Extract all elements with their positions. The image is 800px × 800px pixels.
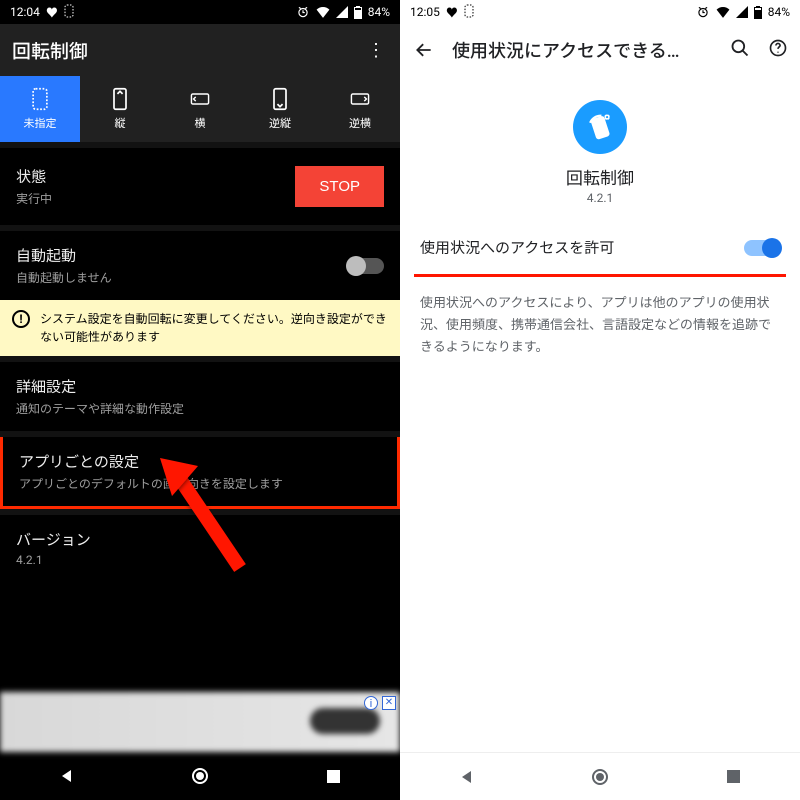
autostart-subtitle: 自動起動しません [16, 269, 348, 286]
app-header: 回転制御 4.2.1 [400, 76, 800, 221]
usage-access-switch[interactable] [744, 240, 780, 256]
state-row: 状態 実行中 STOP [0, 148, 400, 225]
tab-label: 逆縦 [269, 115, 291, 131]
tab-label: 逆横 [349, 115, 371, 131]
overflow-menu-icon[interactable]: ⋮ [364, 40, 388, 61]
nav-recents-icon[interactable] [723, 767, 743, 787]
detail-settings-row[interactable]: 詳細設定 通知のテーマや詳細な動作設定 [0, 362, 400, 431]
page-title: 使用状況にアクセスできる… [452, 37, 724, 63]
app-version: 4.2.1 [587, 191, 614, 205]
ad-info-icon[interactable]: i [364, 696, 378, 710]
heart-icon: ♥ [446, 4, 458, 21]
battery-text: 84% [368, 5, 390, 19]
usage-access-description: 使用状況へのアクセスにより、アプリは他のアプリの使用状況、使用頻度、携帯通信会社… [400, 277, 800, 375]
autostart-switch[interactable] [348, 258, 384, 274]
version-row[interactable]: バージョン 4.2.1 [0, 515, 400, 581]
stop-button[interactable]: STOP [295, 166, 384, 207]
detail-subtitle: 通知のテーマや詳細な動作設定 [16, 400, 384, 417]
ad-banner[interactable] [0, 692, 400, 752]
tab-label: 未指定 [24, 115, 57, 131]
battery-icon [754, 6, 762, 19]
tab-reverse-landscape[interactable]: 逆横 [320, 76, 400, 142]
perapp-title: アプリごとの設定 [19, 451, 381, 472]
usage-access-label: 使用状況へのアクセスを許可 [420, 237, 744, 258]
notif-icon [64, 4, 74, 21]
tab-unspecified[interactable]: 未指定 [0, 76, 80, 142]
tab-reverse-portrait[interactable]: 逆縦 [240, 76, 320, 142]
detail-title: 詳細設定 [16, 376, 384, 397]
app-bar: 使用状況にアクセスできる… [400, 24, 800, 76]
alarm-icon [296, 5, 310, 19]
usage-access-row[interactable]: 使用状況へのアクセスを許可 [400, 221, 800, 274]
wifi-icon [716, 6, 730, 18]
nav-back-icon[interactable] [457, 767, 477, 787]
battery-icon [354, 6, 362, 19]
tab-portrait[interactable]: 縦 [80, 76, 160, 142]
battery-text: 84% [768, 5, 790, 19]
state-subtitle: 実行中 [16, 190, 295, 207]
app-title: 回転制御 [12, 37, 364, 64]
alarm-icon [696, 5, 710, 19]
notif-icon [464, 4, 474, 21]
app-icon [573, 100, 627, 154]
status-bar: 12:04 ♥ 84% [0, 0, 400, 24]
help-icon[interactable] [768, 38, 788, 62]
tab-landscape[interactable]: 横 [160, 76, 240, 142]
nav-bar [400, 752, 800, 800]
nav-back-icon[interactable] [57, 766, 77, 786]
wifi-icon [316, 6, 330, 18]
signal-icon [336, 6, 348, 18]
warning-banner: ! システム設定を自動回転に変更してください。逆向き設定ができない可能性がありま… [0, 300, 400, 356]
heart-icon: ♥ [46, 4, 58, 21]
autostart-title: 自動起動 [16, 245, 348, 266]
status-bar: 12:05 ♥ 84% [400, 0, 800, 24]
nav-home-icon[interactable] [190, 766, 210, 786]
warning-text: システム設定を自動回転に変更してください。逆向き設定ができない可能性があります [40, 310, 388, 346]
state-title: 状態 [16, 166, 295, 187]
app-bar: 回転制御 ⋮ [0, 24, 400, 76]
tab-label: 横 [195, 115, 206, 131]
version-title: バージョン [16, 529, 384, 550]
autostart-row[interactable]: 自動起動 自動起動しません [0, 231, 400, 300]
back-icon[interactable] [412, 38, 436, 62]
version-value: 4.2.1 [16, 553, 384, 567]
signal-icon [736, 6, 748, 18]
clock: 12:04 [10, 5, 40, 19]
app-name: 回転制御 [566, 164, 634, 189]
search-icon[interactable] [730, 38, 750, 62]
per-app-settings-row[interactable]: アプリごとの設定 アプリごとのデフォルトの画面向きを設定します [0, 437, 400, 509]
nav-recents-icon[interactable] [323, 766, 343, 786]
clock: 12:05 [410, 5, 440, 19]
nav-bar [0, 752, 400, 800]
nav-home-icon[interactable] [590, 767, 610, 787]
warning-icon: ! [12, 310, 30, 328]
tab-label: 縦 [115, 115, 126, 131]
ad-close-icon[interactable]: ✕ [382, 696, 396, 710]
perapp-subtitle: アプリごとのデフォルトの画面向きを設定します [19, 475, 381, 492]
orientation-tabs: 未指定 縦 横 逆縦 逆横 [0, 76, 400, 142]
